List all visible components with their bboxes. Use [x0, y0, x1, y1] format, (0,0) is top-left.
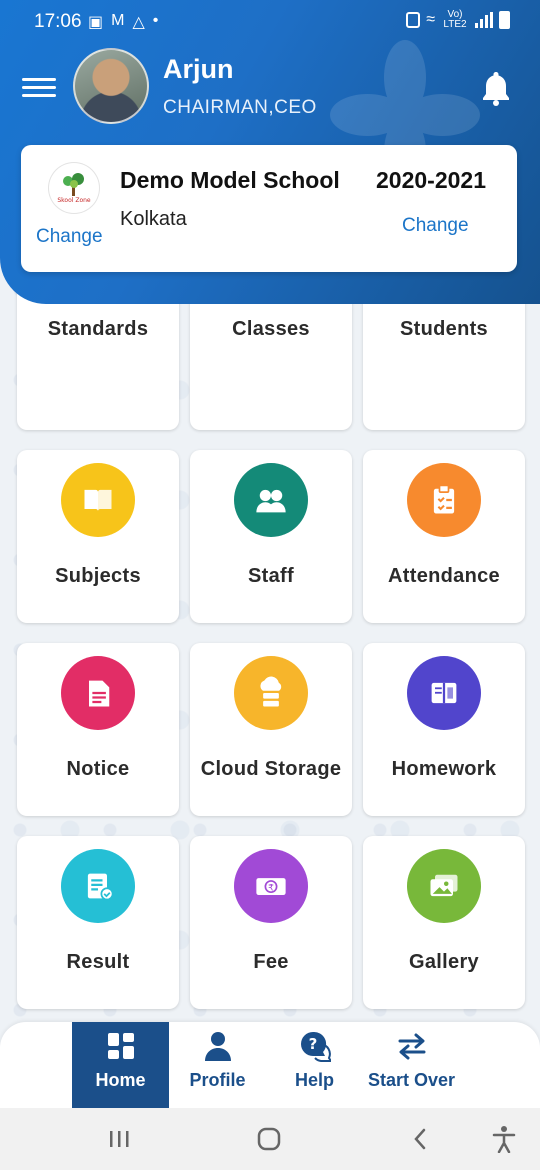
tile-label: Classes	[232, 318, 310, 340]
grid-icon	[108, 1033, 134, 1059]
school-city: Kolkata	[120, 208, 187, 230]
tile-label: Subjects	[55, 565, 141, 587]
school-name: Demo Model School	[120, 167, 340, 193]
photos-icon	[407, 849, 481, 923]
clipboard-icon	[407, 463, 481, 537]
person-icon	[205, 1032, 231, 1061]
nav-start-over[interactable]: Start Over	[363, 1022, 460, 1108]
user-role: CHAIRMAN,CEO	[163, 97, 317, 118]
svg-text:?: ?	[309, 1035, 318, 1053]
tile-label: Students	[400, 318, 488, 340]
school-card: Skool Zone Demo Model School 2020-2021 K…	[21, 145, 517, 272]
school-logo-text: Skool Zone	[57, 197, 91, 204]
nav-profile[interactable]: Profile	[169, 1022, 266, 1108]
tile-homework[interactable]: Homework	[363, 643, 525, 816]
tile-label: Gallery	[409, 951, 479, 973]
tile-fee[interactable]: ₹ Fee	[190, 836, 352, 1009]
signal-icon	[475, 12, 493, 28]
change-year-button[interactable]: Change	[402, 215, 469, 237]
school-logo[interactable]: Skool Zone	[49, 163, 99, 213]
academic-year: 2020-2021	[376, 167, 486, 193]
nav-home[interactable]: Home	[72, 1022, 169, 1108]
menu-icon[interactable]	[22, 76, 56, 100]
tile-label: Cloud Storage	[200, 758, 342, 780]
status-notification-icons: ▣ M △ •	[88, 12, 158, 32]
result-icon	[61, 849, 135, 923]
change-school-button[interactable]: Change	[36, 226, 103, 248]
user-name: Arjun	[163, 54, 234, 84]
notice-icon	[61, 656, 135, 730]
teachers-icon	[234, 463, 308, 537]
book-icon	[61, 463, 135, 537]
rupee-icon: ₹	[234, 849, 308, 923]
home-circle-icon[interactable]	[254, 1125, 284, 1153]
gmail-notification-icon: M	[111, 12, 125, 29]
tile-notice[interactable]: Notice	[17, 643, 179, 816]
status-bar: 17:06 ▣ M △ • ≈ Vo) LTE2	[0, 0, 540, 42]
tree-logo-icon: Skool Zone	[57, 173, 91, 204]
wifi-icon: ≈	[426, 11, 435, 28]
nav-help[interactable]: ? Help	[266, 1022, 363, 1108]
tile-label: Fee	[253, 951, 289, 973]
tile-label: Homework	[391, 758, 497, 780]
accessibility-icon[interactable]	[489, 1125, 519, 1153]
swap-icon	[398, 1033, 426, 1060]
bottom-nav: Home Profile ? Help Start Over	[0, 1022, 540, 1108]
nav-start-over-label: Start Over	[367, 1070, 456, 1090]
lock-icon	[406, 12, 421, 28]
tile-label: Attendance	[388, 565, 500, 587]
dot-icon: •	[152, 12, 159, 29]
back-icon[interactable]	[406, 1125, 436, 1153]
tile-subjects[interactable]: Subjects	[17, 450, 179, 623]
tile-label: Notice	[66, 758, 130, 780]
system-nav-bar	[0, 1108, 540, 1170]
drive-notification-icon: △	[132, 14, 145, 31]
cloud-server-icon	[234, 656, 308, 730]
avatar[interactable]	[73, 48, 149, 124]
tile-label: Result	[66, 951, 130, 973]
tile-gallery[interactable]: Gallery	[363, 836, 525, 1009]
help-icon: ?	[301, 1031, 331, 1062]
tile-label: Staff	[248, 565, 294, 587]
recent-apps-icon[interactable]	[104, 1125, 134, 1153]
network-type: Vo) LTE2	[443, 9, 467, 30]
image-notification-icon: ▣	[88, 14, 104, 31]
status-system-icons: ≈ Vo) LTE2	[406, 10, 510, 30]
tile-result[interactable]: Result	[17, 836, 179, 1009]
notebook-icon	[407, 656, 481, 730]
tile-label: Standards	[47, 318, 149, 340]
status-time: 17:06	[34, 11, 82, 32]
bell-icon[interactable]	[480, 70, 512, 106]
tile-staff[interactable]: Staff	[190, 450, 352, 623]
tile-attendance[interactable]: Attendance	[363, 450, 525, 623]
tile-cloud-storage[interactable]: Cloud Storage	[190, 643, 352, 816]
svg-text:₹: ₹	[268, 884, 274, 894]
battery-icon	[499, 11, 510, 29]
